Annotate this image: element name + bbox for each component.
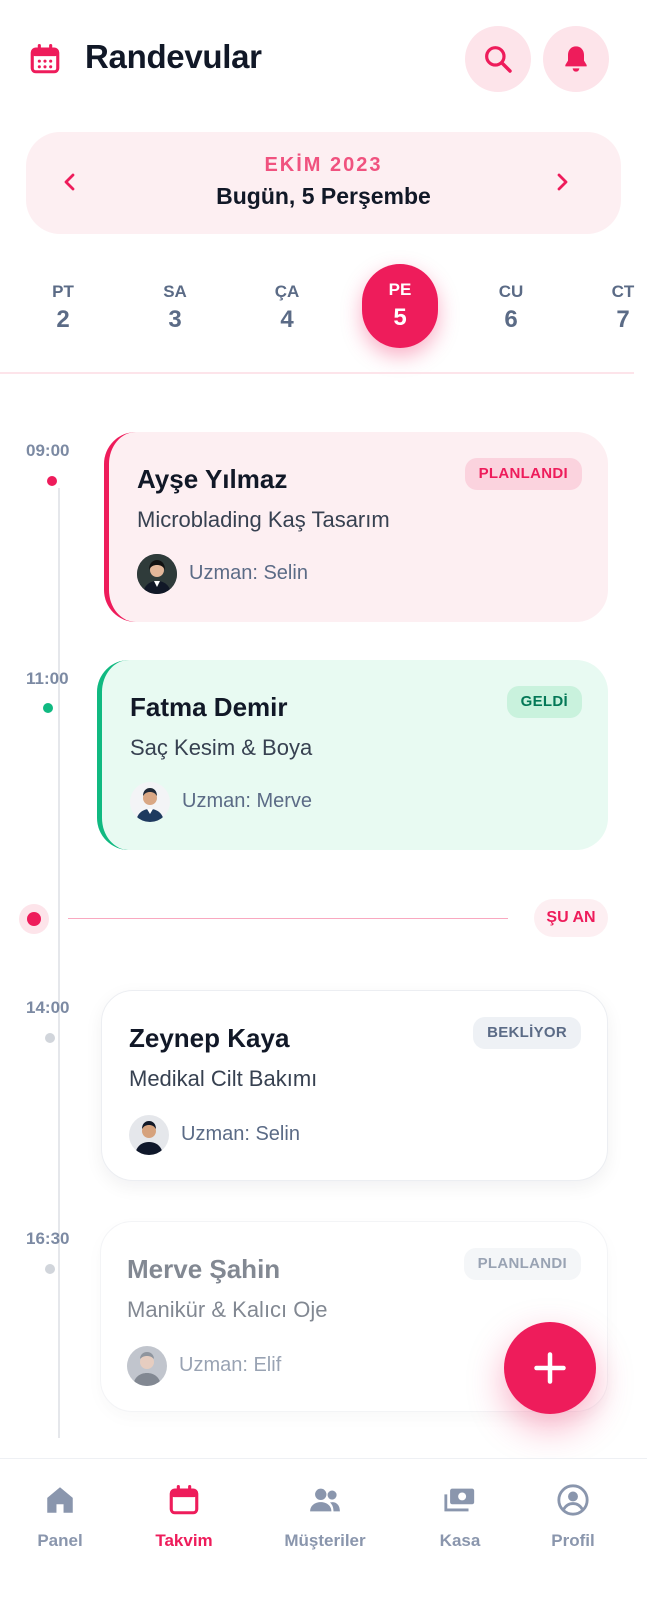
cash-icon [444,1488,475,1512]
search-button[interactable] [465,26,531,92]
calendar-icon [169,1484,199,1515]
today-label: Bugün, 5 Perşembe [216,183,431,209]
day-number: 4 [280,306,294,333]
nav-item-takvim[interactable]: Takvim [129,1483,239,1551]
users-icon [310,1488,340,1512]
month-navigator: EKİM 2023 Bugün, 5 Perşembe [26,132,621,234]
page-title: Randevular [85,38,262,75]
day-name: PT [52,282,74,301]
nav-item-panel[interactable]: Panel [5,1483,115,1551]
client-name: Zeynep Kaya [129,1023,290,1053]
client-name: Fatma Demir [130,692,288,722]
plus-icon [534,1352,566,1384]
expert-label: Uzman: Selin [189,562,308,584]
day-item[interactable]: PT 2 [25,268,101,354]
client-name: Ayşe Yılmaz [137,464,288,494]
expert-label: Uzman: Merve [182,790,313,812]
now-indicator-dot [27,912,41,926]
nav-label: Takvim [155,1531,213,1550]
time-label: 11:00 [26,669,69,688]
nav-label: Müşteriler [284,1531,366,1550]
day-name: CU [498,282,524,301]
add-appointment-button[interactable] [504,1322,596,1414]
home-icon [47,1487,73,1513]
calendar-icon [30,43,60,74]
day-name: ÇA [274,282,300,301]
timeline-dot [47,476,57,486]
chevron-right-icon [557,173,568,191]
nav-item-profil[interactable]: Profil [518,1483,628,1551]
nav-item-musteriler[interactable]: Müşteriler [270,1483,380,1551]
status-badge: GELDİ [506,686,582,718]
avatar [129,1115,169,1155]
bottom-navigation: Panel Takvim Müşteriler Kasa Profil [0,1458,647,1600]
status-badge: BEKLİYOR [473,1017,581,1049]
expert-label: Uzman: Elif [179,1354,282,1376]
day-item[interactable]: SA 3 [137,268,213,354]
service-name: Medikal Cilt Bakımı [129,1066,318,1091]
status-badge: PLANLANDI [464,458,582,490]
day-number: 3 [168,306,182,333]
service-name: Saç Kesim & Boya [130,735,313,760]
nav-label: Kasa [439,1531,481,1550]
client-name: Merve Şahin [127,1254,281,1284]
expert-label: Uzman: Selin [181,1123,300,1145]
nav-label: Panel [37,1531,83,1550]
appointment-card[interactable]: Zeynep Kaya Medikal Cilt Bakımı BEKLİYOR… [101,990,608,1181]
timeline-dot [45,1264,55,1274]
service-name: Manikür & Kalıcı Oje [127,1297,328,1322]
nav-label: Profil [551,1531,595,1550]
profile-icon [557,1484,589,1516]
now-badge: ŞU AN [534,899,608,937]
nav-item-kasa[interactable]: Kasa [405,1483,515,1551]
month-label: EKİM 2023 [264,154,383,176]
divider [0,372,634,374]
time-label: 14:00 [26,998,70,1017]
avatar [137,554,177,594]
day-item[interactable]: ÇA 4 [249,268,325,354]
day-name: SA [163,282,187,301]
status-badge: PLANLANDI [463,1248,581,1280]
notifications-button[interactable] [543,26,609,92]
timeline-rail [58,488,60,1438]
time-label: 09:00 [26,441,70,460]
day-item[interactable]: CT 7 [585,268,647,354]
day-item[interactable]: CU 6 [473,268,549,354]
bell-icon [565,46,587,72]
app-header: Randevular [0,0,647,118]
timeline-dot [43,703,53,713]
day-number: 2 [56,306,70,333]
service-name: Microblading Kaş Tasarım [137,507,390,532]
avatar [130,782,170,822]
day-strip: PT 2 SA 3 ÇA 4 PE 5 CU 6 CT 7 [0,264,647,372]
appointment-card[interactable]: Fatma Demir Saç Kesim & Boya GELDİ Uzman… [97,660,608,850]
day-name: PE [388,280,412,299]
day-item-selected[interactable]: PE 5 [362,264,438,348]
day-number: 6 [504,306,518,333]
appointment-card[interactable]: Ayşe Yılmaz Microblading Kaş Tasarım PLA… [104,432,608,622]
day-number: 7 [616,306,630,333]
avatar [127,1346,167,1386]
day-number: 5 [393,304,407,331]
now-line [68,918,508,919]
day-name: CT [611,282,635,301]
next-day-button[interactable] [538,158,586,206]
search-icon [485,46,512,73]
timeline-dot [45,1033,55,1043]
time-label: 16:30 [26,1229,70,1248]
